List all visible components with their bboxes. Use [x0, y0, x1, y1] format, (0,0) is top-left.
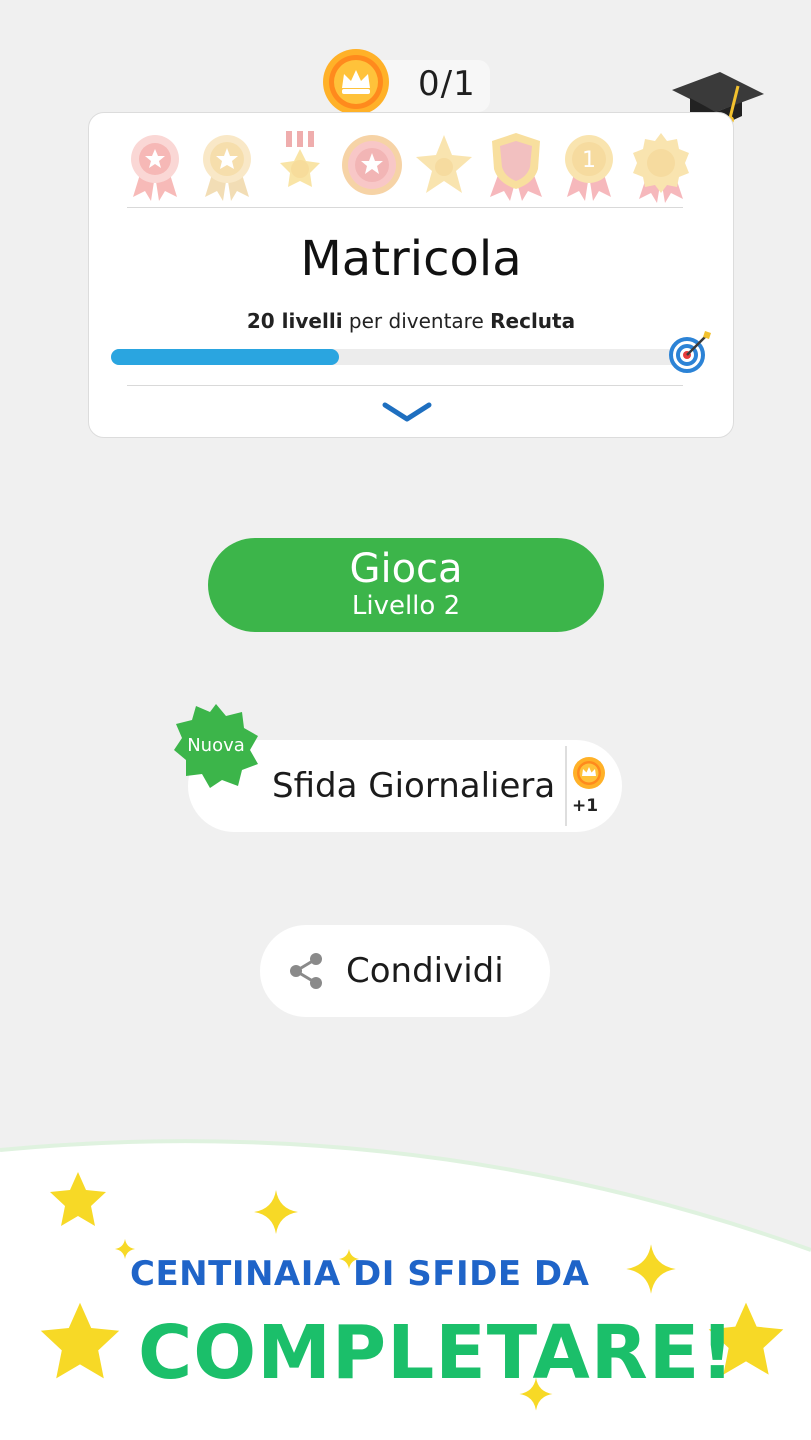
daily-challenge-label: Sfida Giornaliera: [272, 766, 556, 806]
new-badge-label: Nuova: [187, 735, 245, 756]
crown-medal-icon: [323, 49, 389, 115]
crown-count: 0/1: [418, 64, 476, 104]
rank-progress-fill: [111, 349, 339, 365]
daily-challenge-separator: [565, 746, 567, 826]
star-icon: [40, 1302, 120, 1379]
play-button-label: Gioca: [349, 546, 463, 592]
sparkle-icon: [254, 1190, 298, 1234]
target-icon: [669, 331, 711, 373]
star-rosette-badge-icon: [341, 135, 402, 195]
crown-counter: 0/1: [322, 48, 492, 115]
rank-title: Matricola: [300, 231, 522, 287]
number-one-medal-icon: 1: [564, 135, 613, 201]
sheriff-star-icon: [416, 135, 473, 193]
sparkle-icon: [626, 1244, 676, 1294]
share-button[interactable]: Condividi: [260, 925, 550, 1017]
levels-remaining: 20 livelli: [246, 309, 343, 333]
promo-banner: CENTINAIA DI SFIDE DA COMPLETARE!: [0, 1130, 811, 1440]
star-medal-badge-icon: [203, 135, 252, 201]
share-button-label: Condividi: [346, 951, 504, 991]
chevron-down-icon[interactable]: [379, 401, 435, 425]
rank-subtitle: 20 livelli per diventare Recluta: [89, 309, 733, 333]
rosette-badge-icon: [632, 133, 689, 203]
promo-headline-top: CENTINAIA DI SFIDE DA: [130, 1254, 590, 1294]
star-ribbon-badge-icon: [131, 135, 179, 201]
shield-badge-icon: [490, 133, 543, 201]
promo-headline-main: COMPLETARE!: [138, 1310, 736, 1396]
new-badge: Nuova: [172, 702, 260, 790]
star-icon: [50, 1172, 106, 1226]
card-divider-bottom: [127, 385, 683, 386]
next-rank: Recluta: [490, 309, 576, 333]
play-button-level: Livello 2: [351, 591, 461, 621]
play-button[interactable]: Gioca Livello 2: [208, 538, 604, 632]
levels-connector: per diventare: [342, 309, 491, 333]
daily-challenge-reward: +1: [572, 796, 599, 816]
card-divider-top: [127, 207, 683, 208]
crown-medal-icon: [573, 757, 605, 789]
svg-text:1: 1: [582, 148, 596, 173]
ribbon-medal-icon: [279, 131, 320, 187]
share-icon: [290, 953, 322, 989]
rank-progress-bar: [111, 349, 681, 365]
badge-row: 1: [123, 131, 693, 203]
rank-card: 1 Matricola 20 livelli per diventare Rec…: [88, 112, 734, 438]
